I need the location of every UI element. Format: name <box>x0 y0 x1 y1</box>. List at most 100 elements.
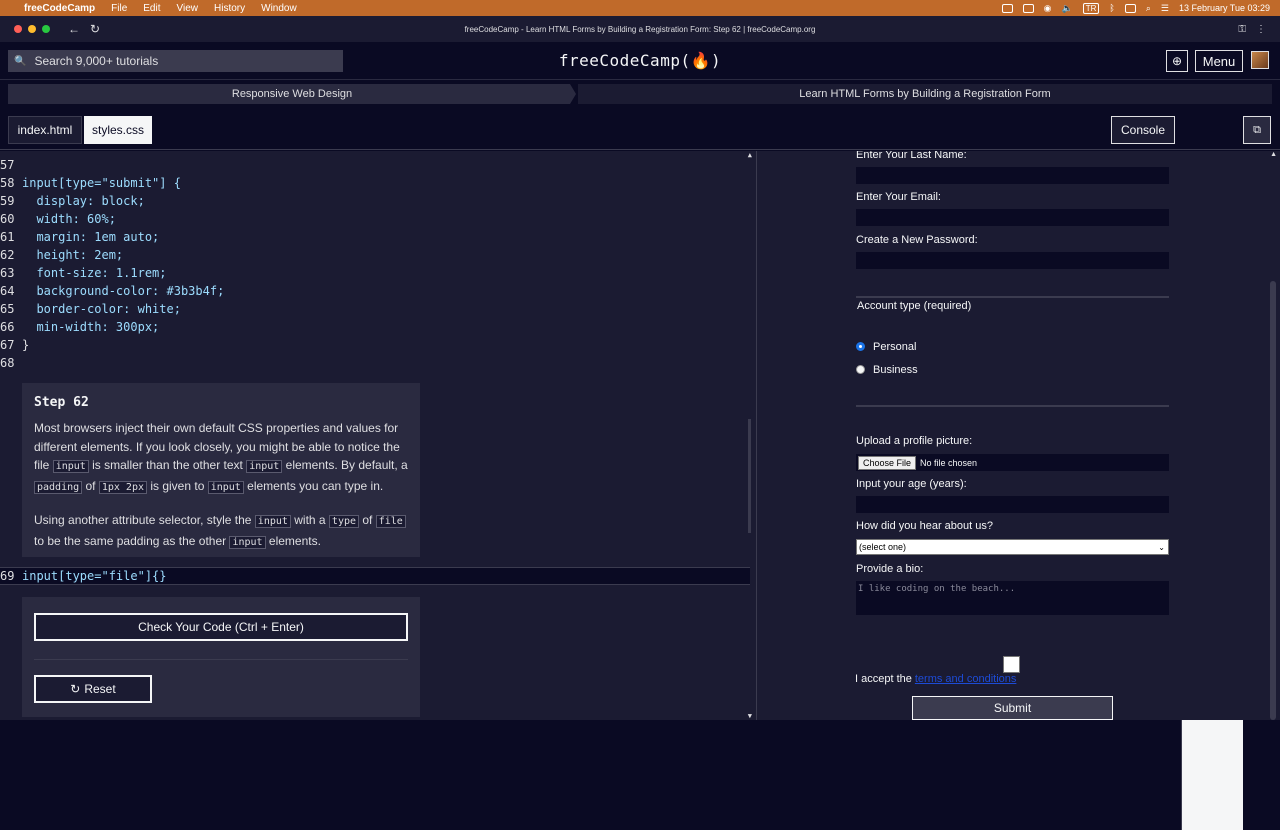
app-menu[interactable]: freeCodeCamp <box>24 3 95 14</box>
menu-history[interactable]: History <box>214 3 245 14</box>
bio-textarea[interactable]: I like coding on the beach... <box>856 581 1169 615</box>
language-globe-icon[interactable]: ⊕ <box>1166 50 1188 72</box>
code-text: font-size: 1.1rem; <box>22 266 167 280</box>
line-number: 69 <box>0 569 15 583</box>
step-text: elements. By default, a <box>282 458 408 472</box>
upload-label: Upload a profile picture: <box>856 435 973 447</box>
line-number: 57 <box>0 158 15 172</box>
inline-code: padding <box>34 480 83 494</box>
code-line: 59 display: block; <box>0 192 145 210</box>
editor-scrollbar[interactable] <box>748 419 751 533</box>
code-text: border-color: white; <box>22 302 181 316</box>
inline-code: file <box>375 515 406 528</box>
editable-code-line[interactable]: 69 input[type="file"]{} <box>0 567 750 585</box>
code-line: 57 <box>0 156 22 174</box>
age-field[interactable] <box>856 496 1169 513</box>
search-input[interactable]: 🔍 Search 9,000+ tutorials <box>8 50 343 72</box>
tab-styles-css[interactable]: styles.css <box>84 116 152 144</box>
scroll-down-arrow-icon[interactable]: ▼ <box>748 712 752 720</box>
code-text[interactable]: input[type="file"]{} <box>22 569 167 583</box>
search-icon[interactable]: ⌕ <box>1146 3 1151 14</box>
status-icon[interactable] <box>1001 3 1013 13</box>
breadcrumb-block[interactable]: Learn HTML Forms by Building a Registrat… <box>578 84 1272 104</box>
line-number: 64 <box>0 284 15 298</box>
inline-code: input <box>246 460 283 473</box>
terms-link[interactable]: terms and conditions <box>915 673 1017 685</box>
reset-icon: ↻ <box>70 682 81 696</box>
bluetooth-icon[interactable]: ᛒ <box>1109 3 1114 13</box>
menu-file[interactable]: File <box>111 3 127 14</box>
menu-view[interactable]: View <box>177 3 199 14</box>
control-center-icon[interactable]: ☰ <box>1161 3 1169 14</box>
check-code-button[interactable]: Check Your Code (Ctrl + Enter) <box>34 613 408 641</box>
step-text: of <box>82 478 99 493</box>
close-window-button[interactable] <box>14 25 22 33</box>
terms-checkbox[interactable] <box>1003 656 1020 673</box>
status-icon[interactable] <box>1022 3 1034 13</box>
more-icon[interactable]: ⋮ <box>1256 24 1266 35</box>
site-header: 🔍 Search 9,000+ tutorials freeCodeCamp(🔥… <box>0 42 1280 80</box>
step-text: is smaller than the other text <box>88 458 247 472</box>
input-source-indicator[interactable]: TR <box>1082 2 1100 14</box>
step-text: of <box>359 513 376 527</box>
avatar[interactable] <box>1251 51 1269 69</box>
submit-button[interactable]: Submit <box>912 696 1113 720</box>
last-name-label: Enter Your Last Name: <box>856 151 967 161</box>
bio-label: Provide a bio: <box>856 563 924 575</box>
last-name-field[interactable] <box>856 167 1169 184</box>
inline-code: input <box>229 535 266 549</box>
window-title: freeCodeCamp - Learn HTML Forms by Build… <box>464 24 816 34</box>
referrer-select[interactable]: (select one) ⌄ <box>856 539 1169 555</box>
minimize-window-button[interactable] <box>28 25 36 33</box>
email-field[interactable] <box>856 209 1169 226</box>
step-title: Step 62 <box>34 395 89 410</box>
referrer-label: How did you hear about us? <box>856 520 993 532</box>
tab-console[interactable]: Console <box>1111 116 1175 144</box>
volume-icon[interactable]: 🔈 <box>1062 3 1073 14</box>
search-placeholder: Search 9,000+ tutorials <box>34 54 159 68</box>
clock[interactable]: 13 February Tue 03:29 <box>1179 3 1270 13</box>
password-field[interactable] <box>856 252 1169 269</box>
file-input[interactable]: Choose File No file chosen <box>856 454 1169 471</box>
password-label: Create a New Password: <box>856 234 978 246</box>
preview-scrollbar[interactable] <box>1270 281 1276 720</box>
step-text: is given to <box>147 478 208 493</box>
code-line: 68 <box>0 354 22 372</box>
chevron-down-icon: ⌄ <box>1158 542 1165 552</box>
menu-button[interactable]: Menu <box>1195 50 1243 72</box>
fieldset-divider <box>856 405 1169 407</box>
menu-edit[interactable]: Edit <box>143 3 160 14</box>
preview-pane[interactable]: Enter Your Last Name: Enter Your Email: … <box>756 151 1280 720</box>
code-text: height: 2em; <box>22 248 124 262</box>
personal-radio[interactable] <box>856 342 865 351</box>
code-text: width: 60%; <box>22 212 116 226</box>
code-editor[interactable]: 57 58 input[type="submit"] { 59 display: … <box>0 151 756 720</box>
code-line: 66 min-width: 300px; <box>0 318 159 336</box>
wifi-icon[interactable]: ◉ <box>1044 3 1052 14</box>
divider <box>34 659 408 660</box>
zoom-window-button[interactable] <box>42 25 50 33</box>
line-number: 60 <box>0 212 15 226</box>
choose-file-button[interactable]: Choose File <box>858 455 917 470</box>
code-text: input[type="submit"] { <box>22 176 181 190</box>
inline-code: 1px 2px <box>98 480 147 494</box>
battery-icon[interactable] <box>1124 3 1136 13</box>
back-arrow-icon[interactable]: ← <box>68 22 80 36</box>
tab-index-html[interactable]: index.html <box>8 116 82 144</box>
key-icon[interactable]: ⚿ <box>1238 24 1246 35</box>
menu-window[interactable]: Window <box>261 3 297 14</box>
breadcrumb-superblock[interactable]: Responsive Web Design <box>8 84 576 104</box>
scroll-up-arrow-icon[interactable]: ▲ <box>748 151 752 159</box>
reload-icon[interactable]: ↻ <box>90 22 100 36</box>
scroll-up-arrow-icon[interactable]: ▲ <box>1270 151 1277 158</box>
business-radio[interactable] <box>856 365 865 374</box>
popout-preview-icon[interactable]: ⧉ <box>1243 116 1271 144</box>
step-text: Using another attribute selector, style … <box>34 513 255 527</box>
code-line: 63 font-size: 1.1rem; <box>0 264 167 282</box>
code-line: 67} <box>0 336 29 354</box>
os-menubar: freeCodeCamp File Edit View History Wind… <box>0 0 1280 16</box>
browser-titlebar: ← ↻ freeCodeCamp - Learn HTML Forms by B… <box>0 16 1280 42</box>
account-type-label: Account type (required) <box>857 300 972 312</box>
reset-button[interactable]: ↻ Reset <box>34 675 152 703</box>
code-line: 58 input[type="submit"] { <box>0 174 181 192</box>
